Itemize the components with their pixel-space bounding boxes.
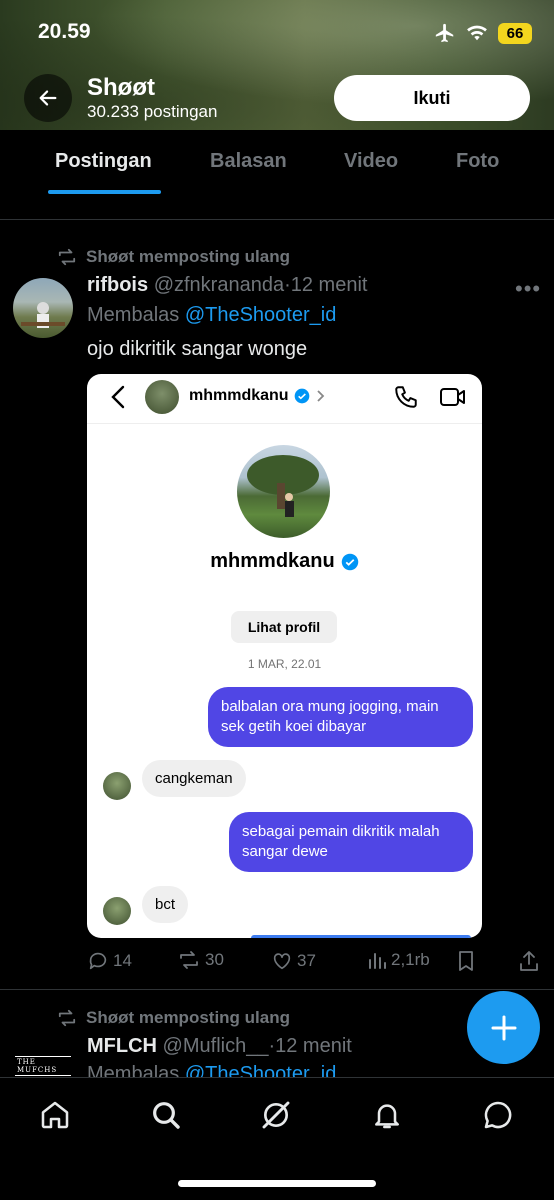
nav-grok[interactable] [259,1098,293,1132]
compose-button[interactable] [467,991,540,1064]
reply-count: 14 [113,951,132,970]
status-bar: 20.59 66 [0,0,554,66]
tab-foto[interactable]: Foto [456,150,499,173]
message-bubble-out: sebagai pemain dikritik malah sangar dew… [229,812,473,872]
status-time: 20.59 [38,20,91,43]
battery-indicator: 66 [498,22,532,44]
dm-profile-name-text: mhmmdkanu [210,550,335,572]
home-indicator [178,1180,376,1187]
phone-icon [395,386,417,408]
post-time: 12 menit [275,1035,352,1057]
post-count: 30.233 postingan [87,102,218,121]
tab-postingan[interactable]: Postingan [55,150,152,173]
tab-video[interactable]: Video [344,150,398,173]
verified-badge-icon [341,553,358,570]
dm-avatar [145,380,179,414]
heart-icon [273,953,291,970]
reply-mention-link[interactable]: @TheShooter_id [185,1063,337,1077]
bell-icon [375,1104,399,1129]
search-icon [153,1102,180,1129]
active-tab-indicator [48,190,161,194]
message-bubble-in: bct [142,886,189,923]
arrow-left-icon [39,90,57,106]
author-name[interactable]: MFLCH [87,1035,157,1057]
dm-username: mhmmdkanu [189,387,325,405]
divider [0,989,554,990]
message-bubble-partial [251,935,471,938]
repost-label: Shøøt memposting ulang [86,247,290,266]
back-button[interactable] [24,74,72,122]
dm-profile-photo [237,445,330,538]
repost-action[interactable]: 30 [177,950,224,970]
dm-header: mhmmdkanu [87,374,482,424]
reply-prefix: Membalas [87,1063,180,1077]
reply-action[interactable]: 14 [87,950,132,972]
chat-avatar [103,897,131,925]
chat-avatar [103,772,131,800]
chat-date: 1 MAR, 22.01 [247,657,322,671]
author-handle[interactable]: @zfnkrananda [154,274,284,296]
person-photo-icon [21,302,65,328]
avatar-logo-text: THE MUFCHS [15,1056,71,1076]
avatar[interactable] [13,278,73,338]
message-bubble-in: cangkeman [142,760,246,797]
bookmark-icon [459,951,473,971]
repost-label: Shøøt memposting ulang [86,1008,290,1027]
share-action[interactable] [519,950,539,972]
post-header: rifbois @zfnkrananda·12 menit [87,274,367,297]
chevron-right-icon [316,390,324,402]
separator-dot: · [284,274,291,296]
profile-tabs: Postingan Balasan Video Foto [0,130,554,196]
nav-notifications[interactable] [370,1098,404,1132]
grok-icon [262,1101,290,1129]
reply-mention-link[interactable]: @TheShooter_id [185,304,337,326]
repost-indicator: Shøøt memposting ulang [56,1008,290,1028]
profile-name: Shøøt [87,74,155,101]
more-options-icon[interactable]: ••• [515,276,541,302]
tree-photo-icon [247,455,319,517]
follow-button[interactable]: Ikuti [334,75,530,121]
dm-profile-name: mhmmdkanu [87,550,482,573]
video-call-icon [440,388,465,406]
status-icons: 66 [434,22,532,44]
share-icon [520,951,538,971]
repost-icon [58,1009,76,1027]
airplane-icon [435,23,454,43]
nav-search[interactable] [149,1098,183,1132]
plus-icon [491,1015,516,1040]
author-name[interactable]: rifbois [87,274,148,296]
chevron-left-icon [111,385,125,409]
post-time: 12 menit [290,274,368,296]
like-count: 37 [297,951,316,970]
bookmark-action[interactable] [457,950,475,972]
post-header: MFLCH @Muflich__·12 menit [87,1035,352,1058]
verified-badge-icon [294,388,309,404]
tab-balasan[interactable]: Balasan [210,150,287,173]
nav-home[interactable] [38,1098,72,1132]
repost-icon [180,951,198,969]
reply-context: Membalas @TheShooter_id [87,1063,336,1077]
wifi-icon [467,25,487,41]
reply-icon [89,952,107,970]
nav-messages[interactable] [481,1098,515,1132]
like-action[interactable]: 37 [271,950,316,972]
post-actions: 14 30 37 2,1rb [87,950,547,978]
dm-username-text: mhmmdkanu [189,387,289,404]
post-text: ojo dikritik sangar wonge [87,338,308,360]
views-count: 2,1rb [391,950,430,969]
repost-icon [58,248,76,266]
analytics-icon [369,953,386,969]
view-profile-button: Lihat profil [231,611,337,643]
home-icon [41,1101,69,1129]
author-handle[interactable]: @Muflich__ [163,1035,269,1057]
message-bubble-out: balbalan ora mung jogging, main sek geti… [208,687,473,747]
repost-count: 30 [205,950,224,969]
message-bubble-icon [484,1101,512,1129]
divider [0,219,554,220]
post-image[interactable]: mhmmdkanu mhmmdkanu Lihat profil 1 MAR, … [87,374,482,938]
reply-prefix: Membalas [87,304,180,326]
views-action[interactable]: 2,1rb [367,950,430,970]
reply-context: Membalas @TheShooter_id [87,304,336,327]
repost-indicator: Shøøt memposting ulang [56,247,290,267]
